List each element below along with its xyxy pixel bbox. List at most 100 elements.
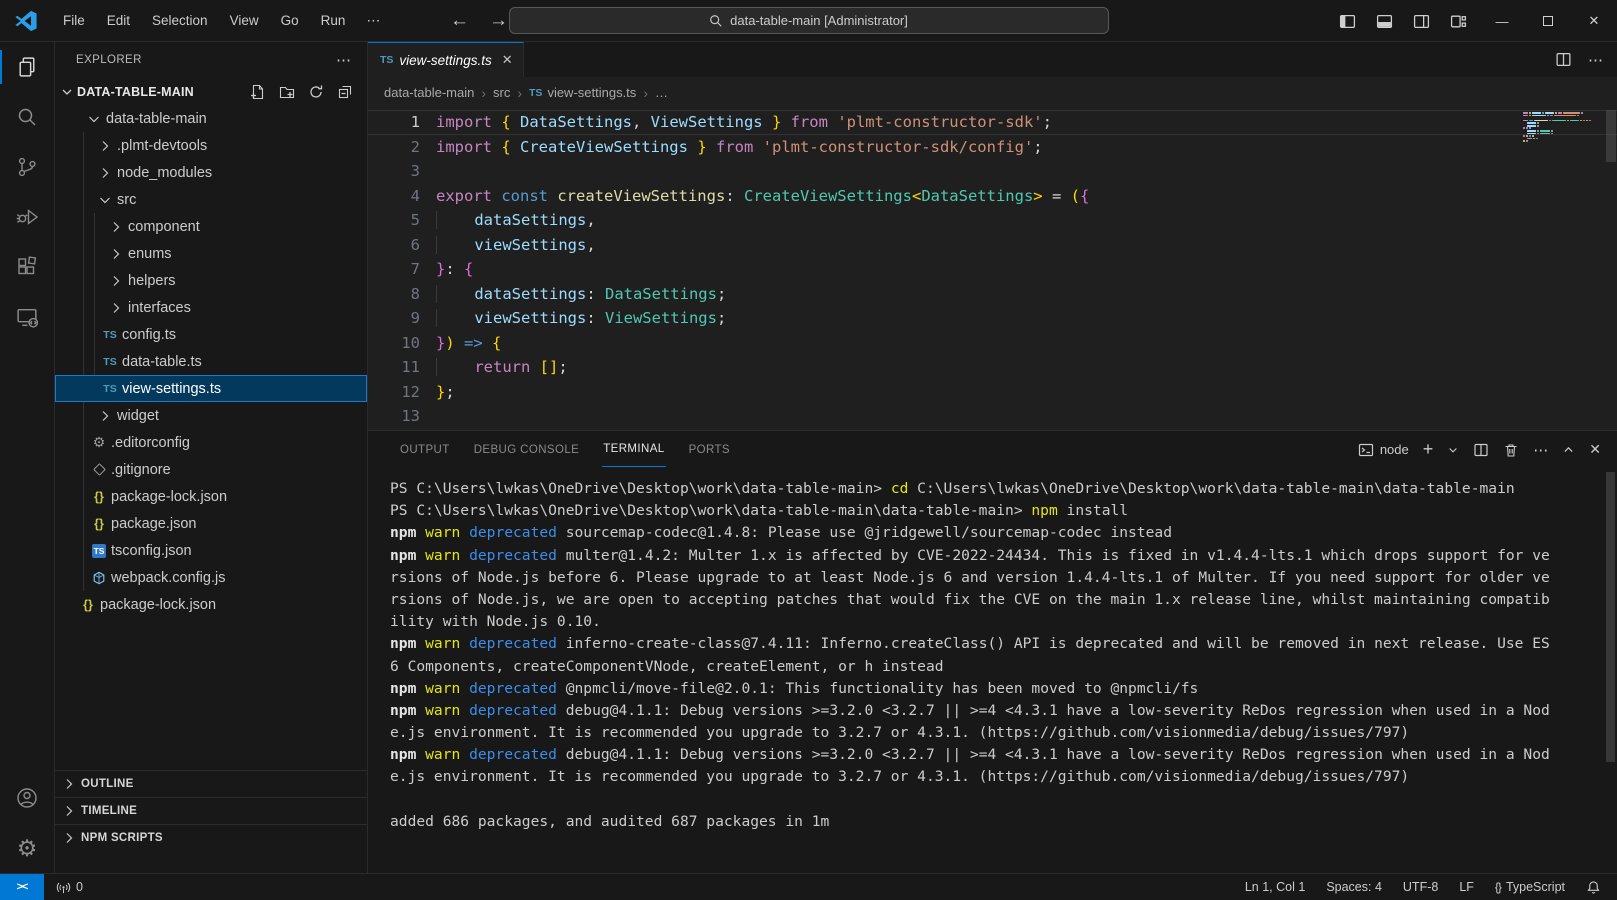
section-outline[interactable]: OUTLINE bbox=[55, 770, 367, 797]
code-line-12[interactable]: 12}; bbox=[368, 380, 1617, 405]
kill-terminal-trash-icon[interactable] bbox=[1503, 442, 1519, 458]
ports-indicator[interactable]: 0 bbox=[54, 880, 85, 895]
new-file-icon[interactable] bbox=[250, 84, 266, 100]
code-line-4[interactable]: 4export const createViewSettings: Create… bbox=[368, 184, 1617, 209]
toggle-sidebar-icon[interactable] bbox=[1339, 13, 1356, 30]
code-line-9[interactable]: 9 viewSettings: ViewSettings; bbox=[368, 306, 1617, 331]
menu-overflow-icon[interactable]: ⋯ bbox=[356, 8, 390, 33]
section-npm-scripts[interactable]: NPM SCRIPTS bbox=[55, 824, 367, 851]
activity-explorer-icon[interactable] bbox=[0, 42, 54, 92]
menu-edit[interactable]: Edit bbox=[96, 9, 141, 32]
menu-go[interactable]: Go bbox=[270, 9, 310, 32]
tree-item-plmt-devtools[interactable]: .plmt-devtools bbox=[55, 132, 367, 159]
panel-tab-terminal[interactable]: TERMINAL bbox=[602, 432, 665, 467]
tree-item-editorconfig[interactable]: ⚙.editorconfig bbox=[55, 429, 367, 456]
menu-run[interactable]: Run bbox=[310, 9, 357, 32]
breadcrumb-data-table-main[interactable]: data-table-main bbox=[384, 85, 474, 100]
code-line-2[interactable]: 2import { CreateViewSettings } from 'plm… bbox=[368, 135, 1617, 160]
toggle-secondary-sidebar-icon[interactable] bbox=[1413, 13, 1430, 30]
panel-tab-debug-console[interactable]: DEBUG CONSOLE bbox=[473, 433, 581, 467]
tab-close-icon[interactable]: ✕ bbox=[502, 52, 513, 68]
tree-item-widget[interactable]: widget bbox=[55, 402, 367, 429]
tree-item-enums[interactable]: enums bbox=[55, 240, 367, 267]
menu-file[interactable]: File bbox=[52, 9, 96, 32]
status-language-mode[interactable]: {}TypeScript bbox=[1493, 880, 1567, 894]
panel-tab-output[interactable]: OUTPUT bbox=[399, 433, 451, 467]
code-line-10[interactable]: 10}) => { bbox=[368, 331, 1617, 356]
status-indentation[interactable]: Spaces: 4 bbox=[1324, 880, 1384, 894]
code-line-7[interactable]: 7}: { bbox=[368, 257, 1617, 282]
new-folder-icon[interactable] bbox=[279, 84, 295, 100]
split-terminal-icon[interactable] bbox=[1473, 442, 1489, 458]
tree-item-webpack-config-js[interactable]: webpack.config.js bbox=[55, 564, 367, 591]
collapse-folders-icon[interactable] bbox=[337, 84, 353, 100]
tree-item-data-table-main[interactable]: data-table-main bbox=[55, 105, 367, 132]
accounts-icon[interactable] bbox=[0, 773, 54, 823]
tree-item-package-lock-json[interactable]: {}package-lock.json bbox=[55, 591, 367, 618]
activity-source-control-icon[interactable] bbox=[0, 142, 54, 192]
code-line-5[interactable]: 5 dataSettings, bbox=[368, 208, 1617, 233]
code-line-8[interactable]: 8 dataSettings: DataSettings; bbox=[368, 282, 1617, 307]
terminal[interactable]: PS C:\Users\lwkas\OneDrive\Desktop\work\… bbox=[368, 468, 1617, 873]
settings-gear-icon[interactable]: ⚙ bbox=[0, 823, 54, 873]
activity-remote-explorer-icon[interactable] bbox=[0, 292, 54, 342]
tree-item-config-ts[interactable]: TSconfig.ts bbox=[55, 321, 367, 348]
activity-run-debug-icon[interactable] bbox=[0, 192, 54, 242]
code-line-11[interactable]: 11 return []; bbox=[368, 355, 1617, 380]
tree-item-src[interactable]: src bbox=[55, 186, 367, 213]
editor-more-actions-icon[interactable]: ⋯ bbox=[1588, 51, 1603, 69]
terminal-shell-selector[interactable]: node bbox=[1358, 442, 1409, 458]
tree-item-component[interactable]: component bbox=[55, 213, 367, 240]
panel-tab-ports[interactable]: PORTS bbox=[688, 433, 731, 467]
new-terminal-icon[interactable]: + bbox=[1423, 439, 1434, 460]
tree-item-node-modules[interactable]: node_modules bbox=[55, 159, 367, 186]
code-line-1[interactable]: 1import { DataSettings, ViewSettings } f… bbox=[368, 110, 1617, 135]
tree-item-package-json[interactable]: {}package.json bbox=[55, 510, 367, 537]
activity-extensions-icon[interactable] bbox=[0, 242, 54, 292]
breadcrumb-[interactable]: … bbox=[655, 85, 668, 100]
tab-view-settings[interactable]: TS view-settings.ts ✕ bbox=[368, 42, 524, 77]
close-button[interactable]: ✕ bbox=[1571, 0, 1617, 42]
refresh-icon[interactable] bbox=[308, 84, 324, 100]
tree-item-gitignore[interactable]: .gitignore bbox=[55, 456, 367, 483]
code-line-3[interactable]: 3 bbox=[368, 159, 1617, 184]
tree-item-package-lock-json[interactable]: {}package-lock.json bbox=[55, 483, 367, 510]
editor-scrollbar[interactable] bbox=[1606, 110, 1616, 162]
menu-view[interactable]: View bbox=[219, 9, 270, 32]
command-center-search[interactable]: data-table-main [Administrator] bbox=[509, 7, 1109, 34]
breadcrumb-src[interactable]: src bbox=[493, 85, 510, 100]
workspace-name: DATA-TABLE-MAIN bbox=[77, 85, 194, 99]
tree-item-helpers[interactable]: helpers bbox=[55, 267, 367, 294]
status-eol[interactable]: LF bbox=[1457, 880, 1476, 894]
notifications-bell-icon[interactable] bbox=[1584, 880, 1603, 895]
minimize-button[interactable]: — bbox=[1479, 0, 1525, 42]
workspace-section-header[interactable]: DATA-TABLE-MAIN bbox=[55, 78, 367, 105]
close-panel-icon[interactable]: ✕ bbox=[1589, 441, 1601, 458]
activity-search-icon[interactable] bbox=[0, 92, 54, 142]
code-line-6[interactable]: 6 viewSettings, bbox=[368, 233, 1617, 258]
maximize-panel-chevron-icon[interactable] bbox=[1562, 443, 1575, 456]
code-editor[interactable]: 1import { DataSettings, ViewSettings } f… bbox=[368, 108, 1617, 430]
remote-indicator[interactable]: >< bbox=[0, 874, 44, 900]
tree-item-data-table-ts[interactable]: TSdata-table.ts bbox=[55, 348, 367, 375]
tree-item-interfaces[interactable]: interfaces bbox=[55, 294, 367, 321]
explorer-more-actions-icon[interactable]: ⋯ bbox=[336, 51, 351, 69]
tree-item-tsconfig-json[interactable]: TStsconfig.json bbox=[55, 537, 367, 564]
navigate-forward-icon[interactable]: → bbox=[489, 10, 508, 32]
menu-selection[interactable]: Selection bbox=[141, 9, 219, 32]
code-line-13[interactable]: 13 bbox=[368, 404, 1617, 429]
terminal-dropdown-chevron-icon[interactable] bbox=[1447, 444, 1459, 456]
terminal-scrollbar[interactable] bbox=[1606, 472, 1615, 762]
status-encoding[interactable]: UTF-8 bbox=[1401, 880, 1440, 894]
status-cursor-position[interactable]: Ln 1, Col 1 bbox=[1243, 880, 1307, 894]
section-timeline[interactable]: TIMELINE bbox=[55, 797, 367, 824]
maximize-button[interactable] bbox=[1525, 0, 1571, 42]
customize-layout-icon[interactable] bbox=[1450, 13, 1467, 30]
breadcrumb-view-settings-ts[interactable]: TSview-settings.ts bbox=[529, 85, 636, 100]
panel-more-actions-icon[interactable]: ⋯ bbox=[1533, 441, 1548, 459]
minimap[interactable] bbox=[1523, 112, 1601, 146]
toggle-panel-icon[interactable] bbox=[1376, 13, 1393, 30]
navigate-back-icon[interactable]: ← bbox=[450, 10, 469, 32]
tree-item-view-settings-ts[interactable]: TSview-settings.ts bbox=[55, 375, 367, 402]
split-editor-icon[interactable] bbox=[1555, 51, 1572, 68]
